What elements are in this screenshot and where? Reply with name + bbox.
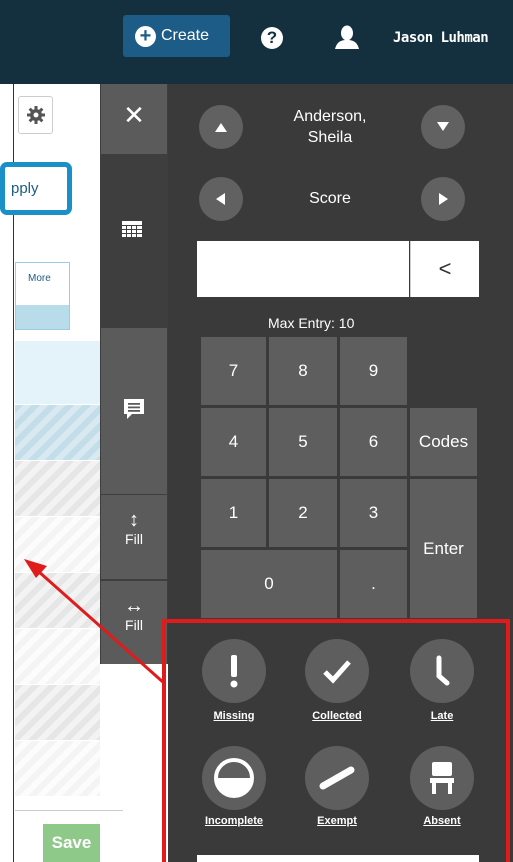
- annotation-arrow-icon: [24, 559, 165, 685]
